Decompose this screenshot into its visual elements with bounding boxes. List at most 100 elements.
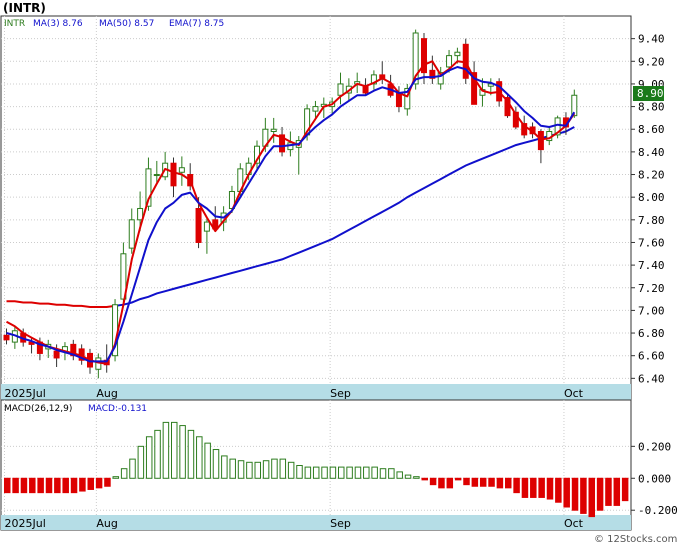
candle-body [337, 83, 344, 96]
macd-bar [471, 477, 479, 487]
macd-x-label: 2025Jul [5, 517, 46, 530]
price-tick-label: 9.20 [638, 55, 665, 68]
price-tick-label: 7.80 [638, 214, 665, 227]
macd-bar [296, 465, 303, 479]
macd-bar [605, 477, 612, 506]
macd-bar [354, 466, 362, 479]
macd-bar [438, 477, 445, 489]
candle-body [446, 55, 453, 68]
legend-ma3: MA(3) 8.76 [33, 19, 83, 29]
macd-bar [488, 477, 495, 487]
candle-body [128, 219, 135, 249]
macd-bar [505, 477, 512, 489]
macd-bar [312, 466, 320, 479]
macd-bar [204, 442, 211, 479]
macd-bar [120, 468, 128, 479]
candle-body [137, 207, 144, 221]
macd-bar [95, 477, 103, 489]
price-tick-label: 6.40 [638, 372, 665, 385]
macd-x-label: Oct [564, 517, 584, 530]
macd-x-label: Sep [330, 517, 351, 530]
candle-body [178, 167, 185, 173]
candle-body [454, 51, 461, 57]
price-tick-label: 6.80 [638, 327, 665, 340]
macd-bar [388, 468, 395, 479]
macd-bar [563, 477, 570, 508]
price-tick-label: 8.20 [638, 169, 665, 182]
candle-body [170, 162, 177, 187]
macd-bar [596, 477, 604, 511]
macd-bar [513, 477, 520, 494]
macd-bar [496, 477, 504, 489]
price-tick-label: 7.60 [638, 236, 665, 249]
candle-body [53, 350, 60, 359]
macd-bar [137, 445, 145, 479]
price-tick-label: 7.20 [638, 282, 665, 295]
chart-title: (INTR) [3, 1, 46, 15]
macd-bar [538, 477, 545, 498]
macd-bar [221, 455, 228, 479]
macd-bar [521, 477, 529, 498]
macd-value: MACD:-0.131 [88, 404, 147, 414]
macd-bar [154, 429, 161, 479]
macd-bar [371, 466, 378, 479]
macd-tick-label: 0.200 [638, 440, 671, 453]
candle-body [270, 128, 277, 132]
candle-body [153, 174, 160, 177]
macd-bar [479, 477, 487, 487]
macd-bar [396, 471, 403, 479]
macd-bar [413, 476, 420, 479]
price-tick-label: 7.00 [638, 304, 665, 317]
macd-bar [196, 436, 203, 479]
price-tick-label: 8.80 [638, 101, 665, 114]
candle-body [203, 221, 210, 232]
macd-y-axis: 0.200 0.000 -0.200 [631, 440, 678, 517]
macd-bar [62, 477, 69, 494]
macd-bar [363, 466, 370, 479]
legend-ma50: MA(50) 8.57 [99, 19, 154, 29]
macd-bar [4, 477, 11, 494]
macd-bar [463, 477, 470, 486]
price-tick-label: 9.40 [638, 33, 665, 46]
macd-bar [246, 461, 253, 479]
macd-bar [571, 477, 579, 511]
price-tick-label: 8.40 [638, 146, 665, 159]
macd-bar [421, 477, 428, 481]
macd-bar [229, 458, 236, 479]
price-tick-label: 8.60 [638, 123, 665, 136]
macd-bar [187, 429, 195, 479]
macd-bar [70, 477, 78, 494]
legend-ema7: EMA(7) 8.75 [169, 19, 224, 29]
macd-bar [613, 477, 621, 506]
macd-bar [530, 477, 537, 498]
candle-body [195, 207, 202, 243]
macd-bar [237, 460, 245, 479]
candle-body [362, 85, 369, 94]
macd-bar [145, 436, 153, 479]
macd-bar [429, 477, 437, 486]
price-tick-label: 6.60 [638, 350, 665, 363]
macd-bar [262, 460, 270, 479]
candle [112, 299, 119, 362]
price-panel [0, 15, 632, 401]
macd-bar [129, 458, 136, 479]
price-x-label: Sep [330, 387, 351, 400]
macd-bar [454, 477, 462, 481]
macd-bar [254, 461, 261, 479]
price-tag: 8.90 [637, 87, 664, 100]
macd-bar [54, 477, 61, 494]
macd-bar [45, 477, 53, 494]
price-x-label: 2025Jul [5, 387, 46, 400]
macd-bar [580, 477, 587, 514]
macd-bar [446, 477, 454, 489]
candle-body [537, 130, 544, 151]
macd-bar [555, 477, 562, 503]
macd-bar [346, 466, 353, 479]
macd-bar [20, 477, 28, 494]
macd-bar [621, 477, 629, 502]
macd-bar [212, 449, 220, 479]
macd-tick-label: -0.200 [638, 504, 678, 517]
price-tick-label: 8.00 [638, 191, 665, 204]
macd-bar [87, 477, 94, 490]
stock-chart: 9.409.209.008.808.608.408.208.007.807.60… [0, 0, 680, 546]
